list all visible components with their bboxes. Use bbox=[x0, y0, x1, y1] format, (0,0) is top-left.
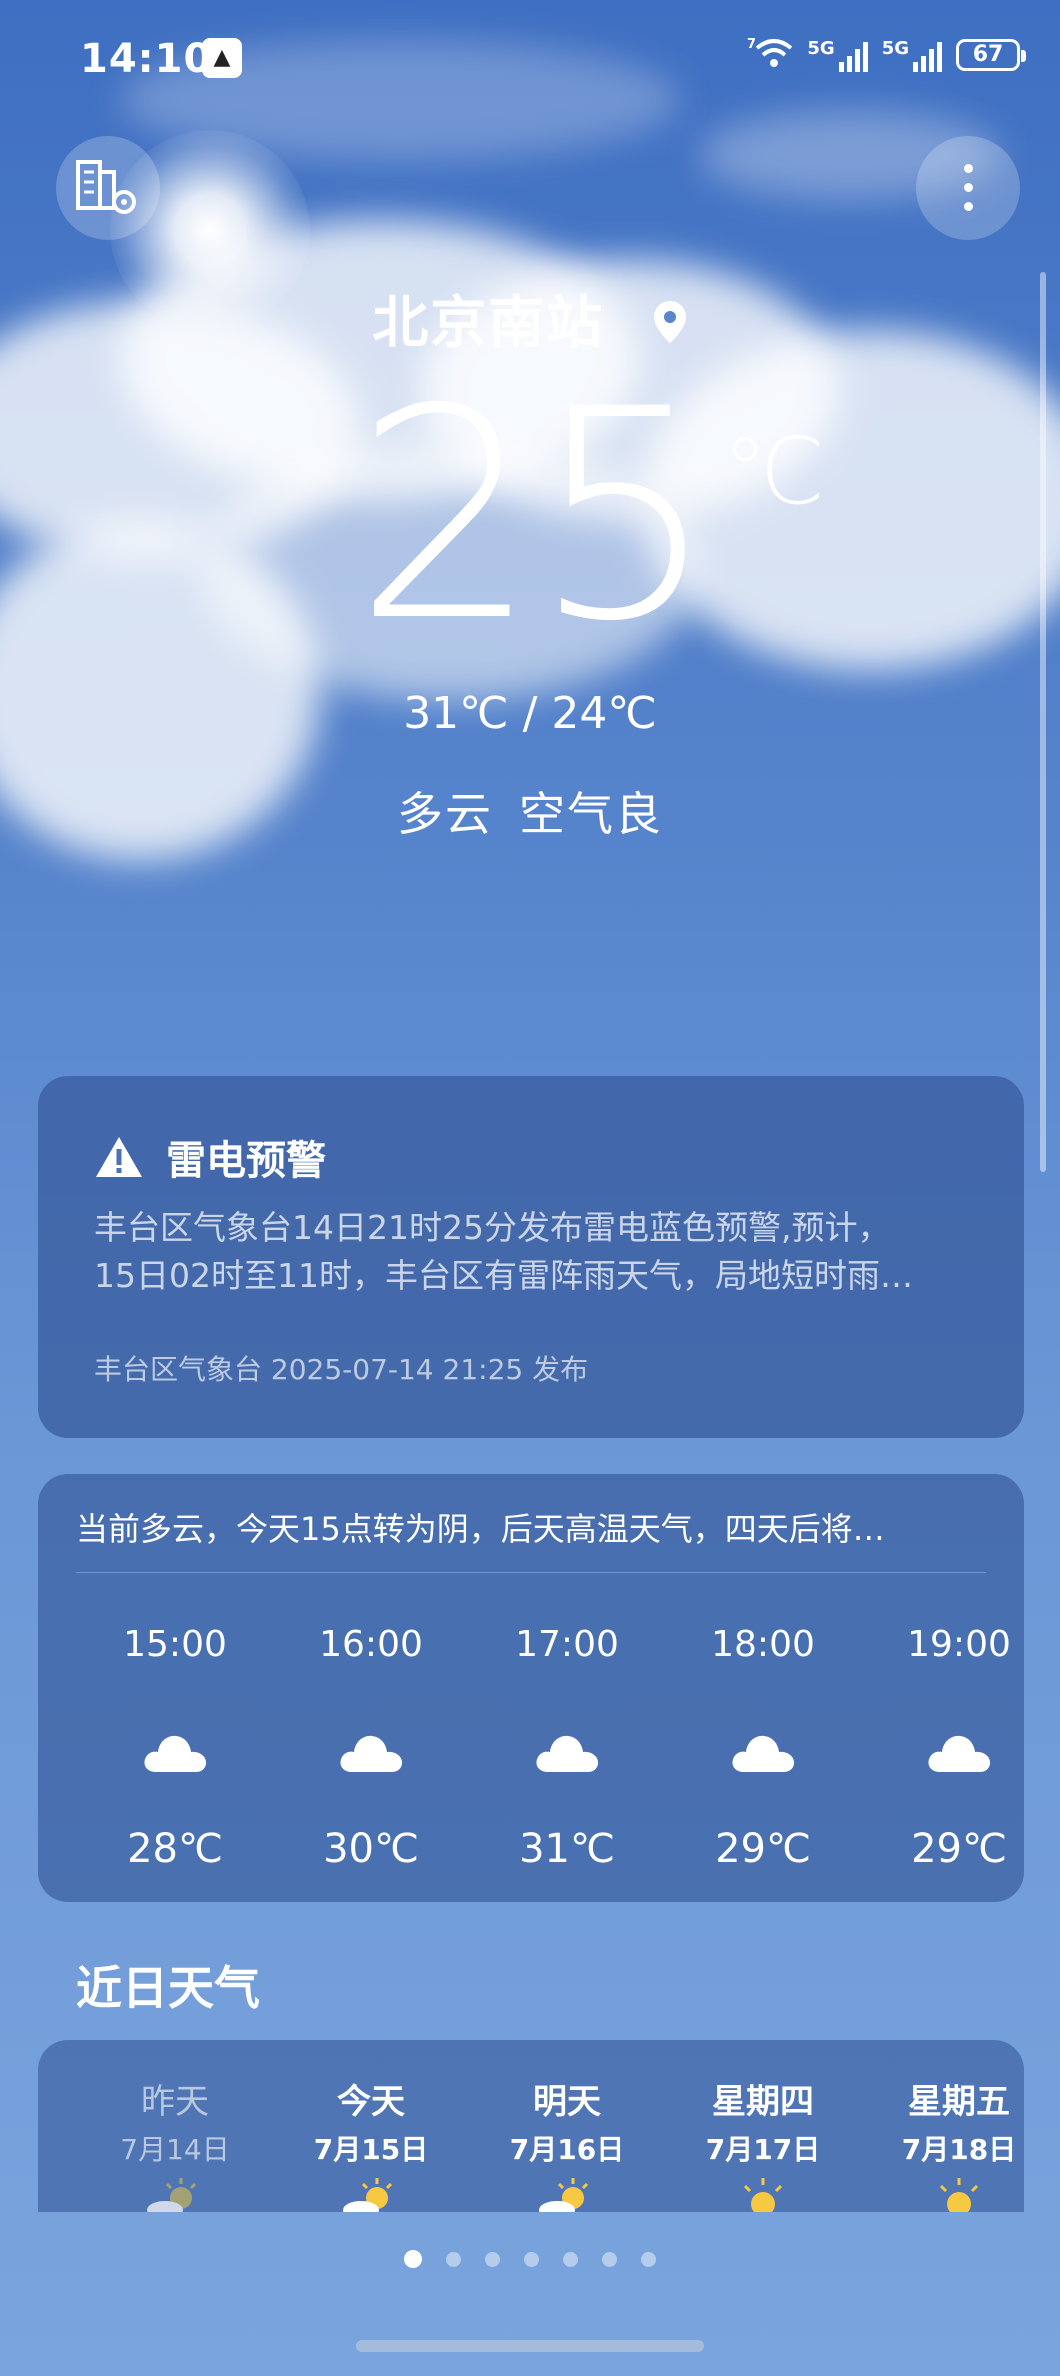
more-options-button[interactable] bbox=[916, 136, 1020, 240]
condition-text: 多云 bbox=[397, 787, 493, 841]
more-vertical-icon bbox=[964, 164, 973, 212]
hour-item: 19:00 29℃ bbox=[907, 1624, 1011, 1872]
cloud-icon bbox=[536, 1735, 599, 1772]
warning-icon bbox=[96, 1137, 142, 1177]
sun-icon bbox=[743, 2178, 783, 2212]
partly-cloudy-icon bbox=[343, 2178, 393, 2212]
hour-item: 15:00 28℃ bbox=[123, 1624, 227, 1872]
alert-description: 丰台区气象台14日21时25分发布雷电蓝色预警,预计， 15日02时至11时，丰… bbox=[94, 1208, 913, 1295]
manage-cities-button[interactable] bbox=[56, 136, 160, 240]
page-dot[interactable] bbox=[485, 2252, 500, 2267]
page-dot[interactable] bbox=[446, 2252, 461, 2267]
battery-icon: 67 bbox=[956, 38, 1026, 71]
weather-screen: 14:10 ▲ 7 5G 5G 67 北京南站 25 ℃ 31℃ / 24℃ 多… bbox=[0, 0, 1060, 2376]
page-dot[interactable] bbox=[641, 2252, 656, 2267]
status-bar: 14:10 ▲ 7 5G 5G 67 bbox=[0, 30, 1060, 86]
cloud-icon bbox=[928, 1735, 991, 1772]
cloud-icon bbox=[732, 1735, 795, 1772]
location-name: 北京南站 bbox=[372, 291, 605, 356]
cloud-icon bbox=[144, 1735, 207, 1772]
sun-icon bbox=[939, 2178, 979, 2212]
weather-alert-card[interactable]: 雷电预警 丰台区气象台14日21时25分发布雷电蓝色预警,预计， 15日02时至… bbox=[38, 1076, 1024, 1438]
hourly-forecast-card[interactable]: 当前多云，今天15点转为阴，后天高温天气，四天后将… 15:00 28℃ 16:… bbox=[38, 1474, 1024, 1902]
daily-section-title: 近日天气 bbox=[76, 1961, 260, 2015]
app-notification-icon: ▲ bbox=[202, 38, 242, 78]
current-temperature: 25 bbox=[354, 348, 717, 685]
hour-item: 16:00 30℃ bbox=[319, 1624, 423, 1872]
scrollbar[interactable] bbox=[1040, 272, 1046, 1172]
partly-cloudy-icon bbox=[539, 2178, 589, 2212]
temperature-unit: ℃ bbox=[722, 418, 826, 525]
air-quality-text[interactable]: 空气良 bbox=[519, 787, 663, 841]
page-dot[interactable] bbox=[602, 2252, 617, 2267]
svg-text:7: 7 bbox=[747, 37, 756, 52]
daily-forecast-card[interactable]: 昨天 7月14日 今天 7月15日 明天 7月16日 星期四 7月17日 星期五… bbox=[38, 2040, 1024, 2212]
alert-title: 雷电预警 bbox=[166, 1138, 326, 1184]
hour-item: 17:00 31℃ bbox=[515, 1624, 619, 1872]
page-dot[interactable] bbox=[563, 2252, 578, 2267]
status-time: 14:10 bbox=[80, 36, 213, 82]
home-indicator[interactable] bbox=[356, 2340, 704, 2352]
wifi-icon: 7 bbox=[747, 34, 793, 75]
page-dot[interactable] bbox=[524, 2252, 539, 2267]
page-dot-active[interactable] bbox=[404, 2250, 422, 2268]
current-condition: 多云 空气良 bbox=[0, 778, 1060, 844]
page-indicator[interactable] bbox=[0, 2250, 1060, 2271]
city-settings-icon bbox=[76, 160, 136, 214]
signal-icon-2: 5G bbox=[882, 38, 942, 72]
hour-item: 18:00 29℃ bbox=[711, 1624, 815, 1872]
signal-icon-1: 5G bbox=[807, 38, 868, 72]
alert-source: 丰台区气象台 2025-07-14 21:25 发布 bbox=[94, 1353, 589, 1386]
cloud-icon bbox=[340, 1735, 403, 1772]
temperature-range: 31℃ / 24℃ bbox=[403, 688, 657, 739]
partly-cloudy-icon bbox=[147, 2178, 197, 2212]
